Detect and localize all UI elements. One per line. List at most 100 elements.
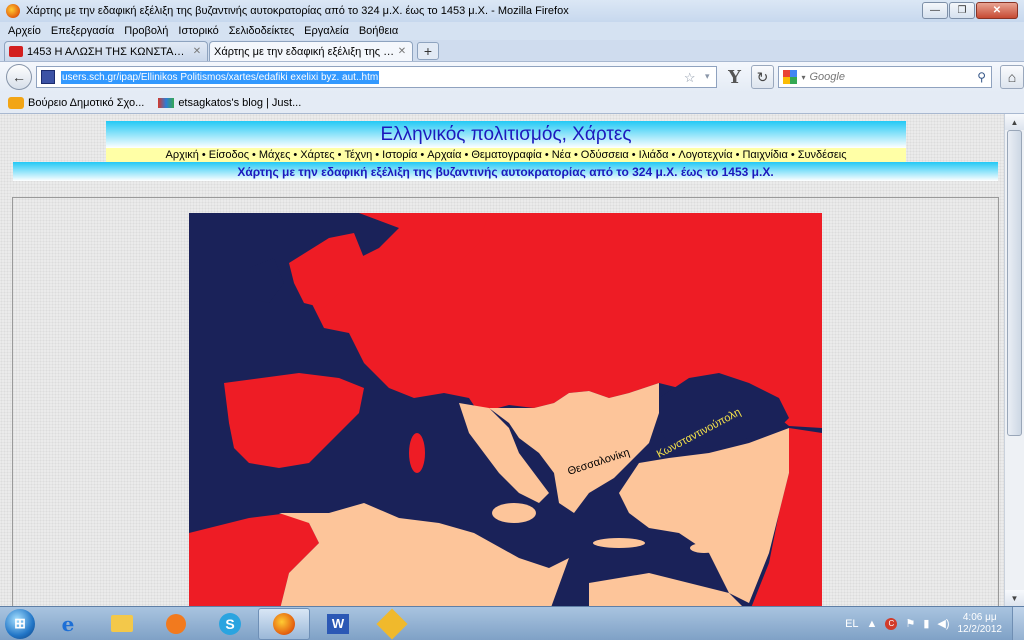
- map-svg: Θεσσαλονίκη Κωνσταντινούπολη: [189, 213, 822, 606]
- scroll-thumb[interactable]: [1007, 130, 1022, 436]
- page-content: Ελληνικός πολιτισμός, Χάρτες Αρχική • Είσ…: [0, 114, 1004, 606]
- scroll-up-arrow-icon[interactable]: ▲: [1005, 114, 1024, 130]
- site-header: Ελληνικός πολιτισμός, Χάρτες: [106, 121, 906, 148]
- menu-bar: Αρχείο Επεξεργασία Προβολή Ιστορικό Σελι…: [0, 22, 1024, 40]
- app-icon: [376, 607, 408, 640]
- windows-taskbar: ⊞ e S W EL ▲ C ⚑ ▮ ◀) 4:06 μμ 12/2/2012: [0, 606, 1024, 640]
- tab-label: Χάρτης με την εδαφική εξέλιξη της β...: [214, 45, 396, 58]
- volume-icon[interactable]: ◀): [937, 617, 949, 630]
- tab-youtube[interactable]: 1453 Η ΑΛΩΣΗ ΤΗΣ ΚΩΝΣΤΑΝΤΙΝΟΥ... ✕: [4, 41, 208, 61]
- search-placeholder[interactable]: Google: [809, 71, 844, 83]
- network-icon[interactable]: ▮: [923, 617, 929, 630]
- nav-link-games[interactable]: Παιχνίδια: [742, 149, 787, 161]
- url-text[interactable]: users.sch.gr/ipap/Ellinikos Politismos/x…: [60, 70, 380, 84]
- nav-link-links[interactable]: Συνδέσεις: [798, 149, 847, 161]
- site-nav: Αρχική • Είσοδος • Μάχες • Χάρτες • Τέχνη • Ι…: [106, 148, 906, 162]
- bookmark-star-icon[interactable]: ☆: [684, 70, 696, 86]
- menu-view[interactable]: Προβολή: [124, 25, 168, 37]
- window-titlebar: Χάρτης με την εδαφική εξέλιξη της βυζαντ…: [0, 0, 1024, 22]
- folder-icon: [111, 615, 133, 632]
- clock-date: 12/2/2012: [957, 623, 1003, 635]
- taskbar-media-player[interactable]: [150, 608, 202, 640]
- nav-link-battles[interactable]: Μάχες: [259, 149, 291, 161]
- clock[interactable]: 4:06 μμ 12/2/2012: [958, 612, 1003, 636]
- youtube-icon: [9, 46, 23, 57]
- nav-link-home[interactable]: Αρχική: [165, 149, 198, 161]
- taskbar-firefox[interactable]: [258, 607, 310, 640]
- menu-help[interactable]: Βοήθεια: [359, 25, 398, 37]
- nav-link-news[interactable]: Νέα: [552, 149, 571, 161]
- firefox-icon: [273, 612, 295, 635]
- search-bar[interactable]: ▾ Google ⚲: [778, 66, 993, 88]
- taskbar-internet-explorer[interactable]: e: [42, 608, 94, 640]
- tab-label: 1453 Η ΑΛΩΣΗ ΤΗΣ ΚΩΝΣΤΑΝΤΙΝΟΥ...: [27, 45, 191, 58]
- page-subtitle-bar: Χάρτης με την εδαφική εξέλιξη της βυζαντ…: [13, 162, 998, 181]
- start-button[interactable]: ⊞: [0, 607, 40, 640]
- skype-icon: S: [219, 612, 241, 635]
- search-engine-dropdown-icon[interactable]: ▾: [801, 73, 805, 82]
- menu-tools[interactable]: Εργαλεία: [304, 25, 349, 37]
- tab-close-icon[interactable]: ✕: [191, 46, 203, 57]
- windows-logo-icon: ⊞: [5, 608, 35, 639]
- show-desktop-button[interactable]: [1012, 606, 1024, 640]
- tray-expand-arrow-icon[interactable]: ▲: [867, 618, 878, 630]
- bookmark-favicon-icon: [8, 96, 24, 109]
- home-button[interactable]: ⌂: [1000, 65, 1024, 89]
- url-bar[interactable]: users.sch.gr/ipap/Ellinikos Politismos/x…: [35, 66, 717, 88]
- back-button[interactable]: ←: [6, 64, 32, 90]
- word-icon: W: [327, 613, 349, 634]
- nav-link-maps[interactable]: Χάρτες: [300, 149, 334, 161]
- site-favicon-icon: [40, 70, 55, 84]
- map-island-sicily: [492, 503, 536, 523]
- nav-link-ancient[interactable]: Αρχαία: [427, 149, 461, 161]
- minimize-button[interactable]: —: [922, 2, 948, 19]
- menu-edit[interactable]: Επεξεργασία: [51, 25, 114, 37]
- y-addon-button[interactable]: Y: [723, 65, 747, 89]
- nav-link-literature[interactable]: Λογοτεχνία: [678, 149, 732, 161]
- google-icon[interactable]: [783, 70, 798, 84]
- search-icon[interactable]: ⚲: [977, 70, 986, 84]
- map-island-crete: [593, 538, 645, 548]
- flag-icon[interactable]: ⚑: [905, 617, 915, 630]
- antivirus-icon[interactable]: C: [885, 617, 898, 630]
- menu-bookmarks[interactable]: Σελιδοδείκτες: [229, 25, 294, 37]
- nav-link-art[interactable]: Τέχνη: [344, 149, 372, 161]
- clock-time: 4:06 μμ: [962, 611, 997, 623]
- menu-history[interactable]: Ιστορικό: [178, 25, 218, 37]
- site-title: Ελληνικός πολιτισμός, Χάρτες: [380, 123, 632, 145]
- bookmark-item[interactable]: etsagkatos's blog | Just...: [158, 97, 301, 109]
- tab-map-page[interactable]: Χάρτης με την εδαφική εξέλιξη της β... ✕: [0, 41, 1004, 640]
- close-button[interactable]: ✕: [976, 2, 1018, 19]
- bookmark-item[interactable]: Βούρειο Δημοτικό Σχο...: [8, 96, 145, 109]
- nav-link-history[interactable]: Ιστορία: [382, 149, 417, 161]
- bookmark-favicon-icon: [158, 97, 175, 108]
- page-subtitle: Χάρτης με την εδαφική εξέλιξη της βυζαντ…: [237, 164, 774, 179]
- new-tab-button[interactable]: +: [417, 42, 439, 60]
- tab-close-icon[interactable]: ✕: [396, 46, 408, 57]
- vertical-scrollbar[interactable]: ▲ ▼: [1004, 114, 1024, 606]
- url-dropdown-icon[interactable]: ▾: [705, 71, 710, 82]
- taskbar-word[interactable]: W: [312, 608, 364, 640]
- map-island-cyprus: [690, 543, 718, 553]
- tab-bar: 1453 Η ΑΛΩΣΗ ΤΗΣ ΚΩΝΣΤΑΝΤΙΝΟΥ... ✕ Χάρτη…: [0, 40, 1024, 640]
- nav-link-thematography[interactable]: Θεματογραφία: [471, 149, 542, 161]
- maximize-button[interactable]: ❐: [949, 2, 975, 19]
- bookmark-label: Βούρειο Δημοτικό Σχο...: [28, 96, 145, 109]
- system-tray: EL ▲ C ⚑ ▮ ◀) 4:06 μμ 12/2/2012: [845, 612, 1012, 636]
- taskbar-skype[interactable]: S: [204, 608, 256, 640]
- byzantine-map: Θεσσαλονίκη Κωνσταντινούπολη: [189, 213, 822, 606]
- window-title: Χάρτης με την εδαφική εξέλιξη της βυζαντ…: [26, 5, 569, 17]
- nav-link-entry[interactable]: Είσοδος: [209, 149, 249, 161]
- map-island-corsica: [409, 433, 425, 473]
- nav-link-odyssey[interactable]: Οδύσσεια: [581, 149, 629, 161]
- firefox-icon: [6, 4, 20, 18]
- reload-button[interactable]: ↻: [750, 65, 775, 89]
- nav-link-iliad[interactable]: Ιλιάδα: [639, 149, 669, 161]
- bookmarks-toolbar: Βούρειο Δημοτικό Σχο... etsagkatos's blo…: [0, 92, 1024, 114]
- scroll-down-arrow-icon[interactable]: ▼: [1005, 590, 1024, 606]
- window-controls: — ❐ ✕: [922, 2, 1018, 19]
- taskbar-app[interactable]: [366, 607, 418, 640]
- menu-file[interactable]: Αρχείο: [8, 25, 41, 37]
- language-indicator[interactable]: EL: [845, 618, 858, 630]
- taskbar-explorer[interactable]: [96, 608, 148, 640]
